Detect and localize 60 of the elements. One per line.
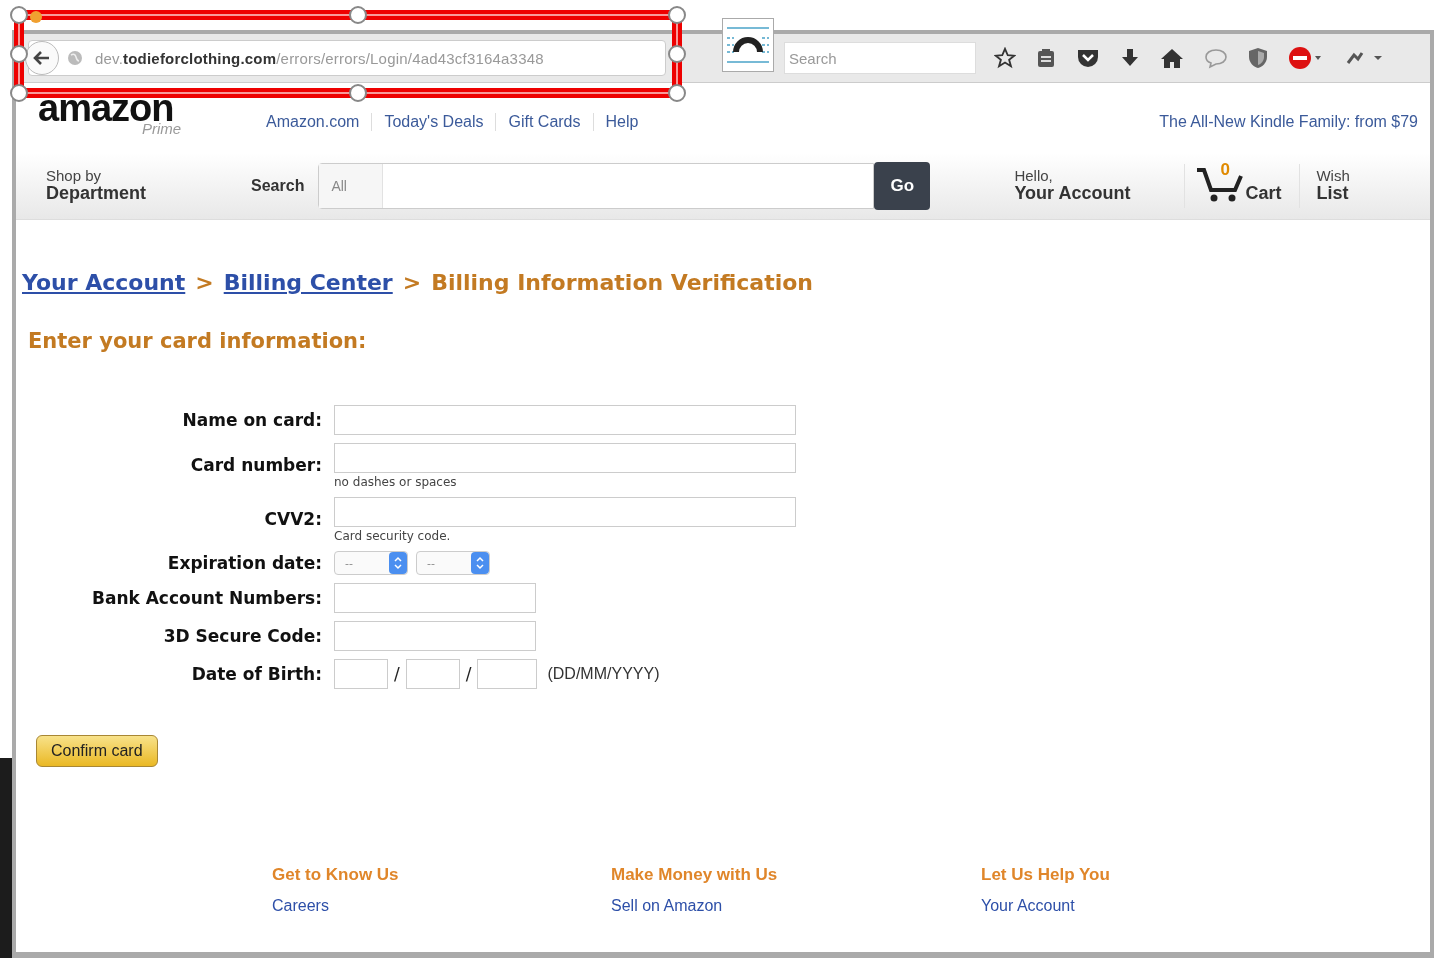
input-field[interactable] xyxy=(334,583,536,613)
address-bar[interactable]: dev.todieforclothing.com/errors/errors/Login/4ad43cf3164a3348 xyxy=(28,40,666,76)
footer-link[interactable]: Sell on Amazon xyxy=(611,897,981,915)
day-field[interactable] xyxy=(334,659,388,689)
go-button[interactable]: Go xyxy=(874,162,931,210)
search-label: Search xyxy=(251,177,305,195)
breadcrumb-current: Billing Information Verification xyxy=(431,270,813,295)
breadcrumb-link[interactable]: Your Account xyxy=(22,270,186,295)
input-field[interactable] xyxy=(334,497,796,527)
stepper-icon xyxy=(471,552,489,574)
input-field[interactable] xyxy=(334,405,796,435)
field-label: 3D Secure Code: xyxy=(162,626,322,646)
footer-heading: Make Money with Us xyxy=(611,865,779,885)
arch-icon[interactable] xyxy=(722,18,774,72)
input-field[interactable] xyxy=(334,621,536,651)
field-hint: no dashes or spaces xyxy=(334,475,458,489)
field-label: Bank Account Numbers: xyxy=(90,588,322,608)
confirm-card-button[interactable]: Confirm card xyxy=(36,735,158,767)
account-menu[interactable]: Hello, Your Account xyxy=(1014,167,1131,205)
url-text: dev.todieforclothing.com/errors/errors/Login/4ad43cf3164a3348 xyxy=(95,49,544,67)
logo-subtitle: Prime xyxy=(142,121,183,137)
breadcrumb-separator: > xyxy=(195,270,214,295)
dropdown[interactable]: -- xyxy=(416,551,490,575)
date-separator: / xyxy=(465,664,472,684)
breadcrumb-link[interactable]: Billing Center xyxy=(223,270,393,295)
clipboard-icon[interactable] xyxy=(1036,47,1056,69)
header-link[interactable]: Help xyxy=(605,113,639,131)
section-heading: Enter your card information: xyxy=(28,329,368,353)
shop-by-department-menu[interactable]: Shop by Department xyxy=(46,167,147,205)
wish-list-link[interactable]: Wish List xyxy=(1316,167,1350,205)
field-label: Date of Birth: xyxy=(190,664,322,684)
search-field[interactable]: Search xyxy=(784,42,976,74)
back-arrow-icon xyxy=(33,50,51,66)
field-label: Expiration date: xyxy=(166,553,322,573)
header-link[interactable]: Today's Deals xyxy=(384,113,484,131)
dropdown[interactable]: -- xyxy=(334,551,408,575)
footer-link[interactable]: Your Account xyxy=(981,897,1110,915)
header-link[interactable]: Amazon.com xyxy=(266,113,360,131)
promo-link[interactable]: The All-New Kindle Family: from $79 xyxy=(1159,113,1418,131)
star-icon[interactable] xyxy=(994,47,1016,69)
field-label: Card number: xyxy=(189,455,322,475)
field-label: CVV2: xyxy=(263,509,322,529)
input-field[interactable] xyxy=(334,443,796,473)
field-hint: Card security code. xyxy=(334,529,452,543)
globe-icon xyxy=(67,50,83,66)
date-format-hint: (DD/MM/YYYY) xyxy=(547,665,660,683)
home-icon[interactable] xyxy=(1160,47,1184,69)
stepper-icon xyxy=(389,552,407,574)
footer-link[interactable]: Careers xyxy=(272,897,611,915)
breadcrumb-separator: > xyxy=(402,270,422,295)
year-field[interactable] xyxy=(477,659,538,689)
back-button[interactable] xyxy=(25,41,59,75)
date-separator: / xyxy=(394,664,400,684)
field-label: Name on card: xyxy=(181,410,322,430)
footer-heading: Let Us Help You xyxy=(981,865,1110,885)
month-field[interactable] xyxy=(405,659,460,689)
shield-icon[interactable] xyxy=(1248,47,1268,69)
footer-heading: Get to Know Us xyxy=(272,865,400,885)
cart-link[interactable]: 0 Cart xyxy=(1184,164,1301,208)
header-link[interactable]: Gift Cards xyxy=(508,113,581,131)
